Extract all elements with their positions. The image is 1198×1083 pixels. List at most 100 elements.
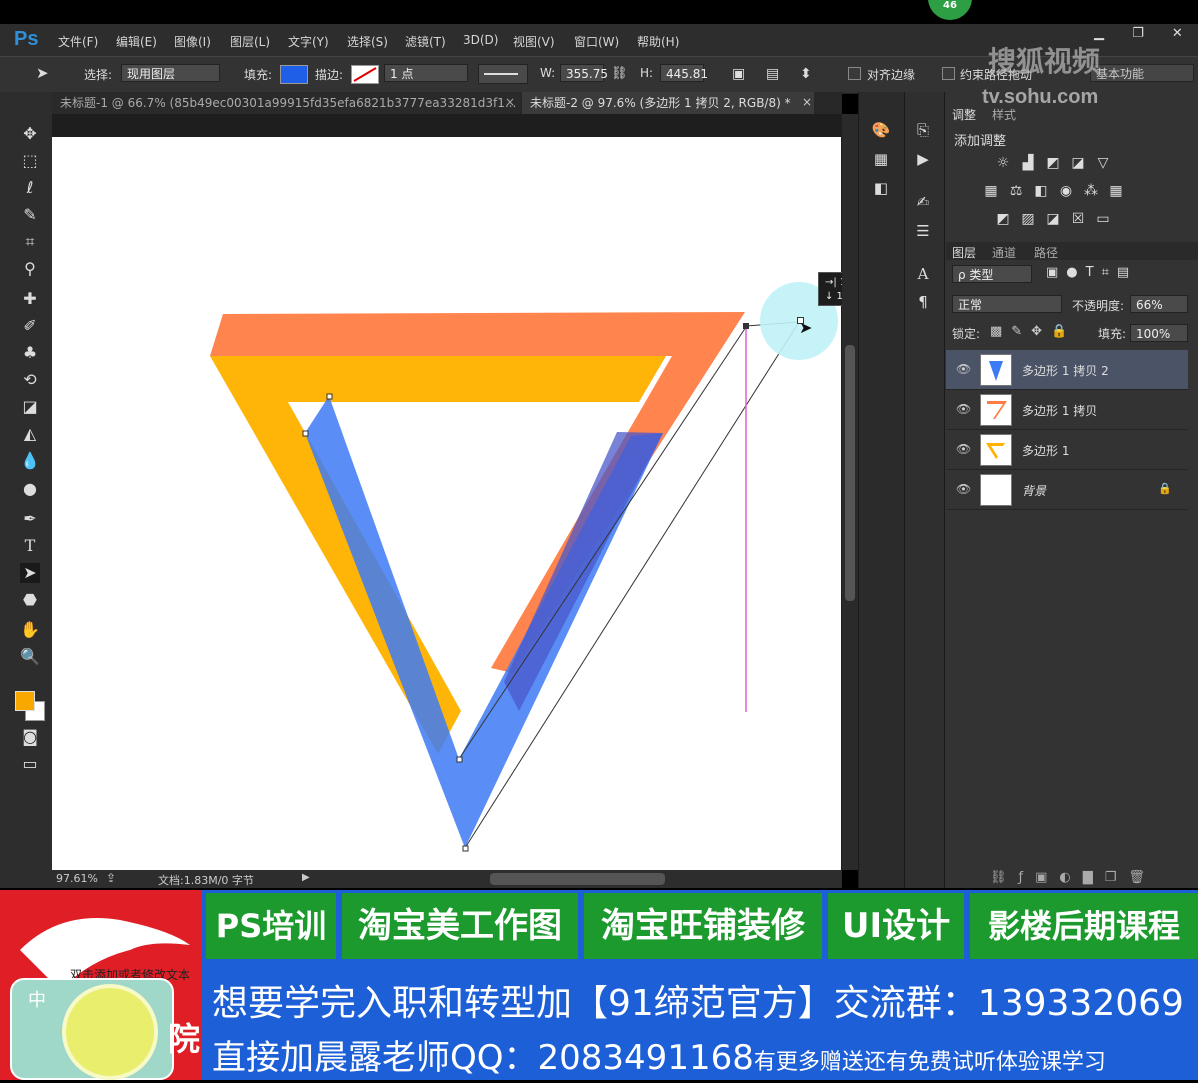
visibility-eye-icon[interactable]: 👁 bbox=[956, 362, 971, 376]
brush-presets-icon[interactable]: ✍ bbox=[912, 192, 934, 212]
width-field[interactable]: 355.75 bbox=[560, 64, 608, 82]
layer-row[interactable]: 👁 背景 🔒 bbox=[946, 470, 1188, 510]
eraser-tool-icon[interactable]: ◪ bbox=[20, 397, 40, 417]
tab-channels[interactable]: 通道 bbox=[992, 244, 1016, 261]
promo-button-taobao-store[interactable]: 淘宝旺铺装修 bbox=[584, 893, 822, 959]
align-edges-checkbox[interactable] bbox=[848, 67, 861, 80]
path-selection-tool-icon[interactable]: ➤ bbox=[20, 563, 40, 583]
opacity-field[interactable]: 66% bbox=[1130, 295, 1188, 313]
black-white-icon[interactable]: ◧ bbox=[1032, 183, 1050, 199]
layer-row[interactable]: 👁 多边形 1 bbox=[946, 430, 1188, 470]
menu-edit[interactable]: 编辑(E) bbox=[116, 33, 157, 50]
tab-layers[interactable]: 图层 bbox=[952, 244, 976, 261]
select-dropdown[interactable]: 现用图层 bbox=[121, 64, 220, 82]
menu-window[interactable]: 窗口(W) bbox=[574, 33, 619, 50]
tab-document-1[interactable]: 未标题-1 @ 66.7% (85b49ec00301a99915fd35efa… bbox=[52, 92, 520, 114]
swatches-panel-icon[interactable]: ▦ bbox=[870, 149, 892, 169]
posterize-icon[interactable]: ▨ bbox=[1019, 211, 1037, 227]
layers-footer-icons[interactable]: ⛓ƒ▣◐▇❐🗑 bbox=[990, 870, 1157, 885]
layer-row[interactable]: 👁 多边形 1 拷贝 bbox=[946, 390, 1188, 430]
fill-swatch[interactable] bbox=[280, 65, 308, 84]
visibility-eye-icon[interactable]: 👁 bbox=[956, 402, 971, 416]
anchor-point[interactable] bbox=[302, 430, 309, 437]
promo-button-taobao-art[interactable]: 淘宝美工作图 bbox=[342, 893, 578, 959]
photo-filter-icon[interactable]: ◉ bbox=[1057, 183, 1075, 199]
menu-image[interactable]: 图像(I) bbox=[174, 33, 211, 50]
layer-filter-icons[interactable]: ▣●T⌗▤ bbox=[1046, 265, 1137, 280]
dodge-tool-icon[interactable]: ● bbox=[20, 479, 40, 499]
threshold-icon[interactable]: ◪ bbox=[1044, 211, 1062, 227]
path-alignment-icon[interactable]: ▤ bbox=[766, 66, 779, 82]
status-menu-arrow-icon[interactable]: ▶ bbox=[302, 872, 310, 883]
menu-file[interactable]: 文件(F) bbox=[58, 33, 98, 50]
color-balance-icon[interactable]: ⚖ bbox=[1007, 183, 1025, 199]
layer-row[interactable]: 👁 多边形 1 拷贝 2 bbox=[946, 350, 1188, 390]
properties-panel-icon[interactable]: ☰ bbox=[912, 221, 934, 241]
eyedropper-tool-icon[interactable]: ⚲ bbox=[20, 259, 40, 279]
fill-field[interactable]: 100% bbox=[1130, 324, 1188, 342]
menu-help[interactable]: 帮助(H) bbox=[637, 33, 679, 50]
menu-view[interactable]: 视图(V) bbox=[513, 33, 555, 50]
move-tool-icon[interactable]: ✥ bbox=[20, 124, 40, 144]
constrain-path-checkbox[interactable] bbox=[942, 67, 955, 80]
stroke-size-field[interactable]: 1 点 bbox=[384, 64, 468, 82]
exposure-icon[interactable]: ◪ bbox=[1069, 155, 1087, 171]
visibility-eye-icon[interactable]: 👁 bbox=[956, 442, 971, 456]
promo-button-studio[interactable]: 影楼后期课程 bbox=[970, 893, 1198, 959]
quick-mask-icon[interactable]: ◙ bbox=[20, 727, 40, 747]
workspace-dropdown[interactable]: 基本功能 bbox=[1090, 64, 1194, 82]
lock-icons[interactable]: ▩✎✥🔒 bbox=[990, 324, 1076, 339]
quick-select-tool-icon[interactable]: ✎ bbox=[20, 205, 40, 225]
blend-mode-dropdown[interactable]: 正常 bbox=[952, 295, 1062, 313]
menu-type[interactable]: 文字(Y) bbox=[288, 33, 329, 50]
paragraph-panel-icon[interactable]: ¶ bbox=[912, 292, 934, 312]
curves-icon[interactable]: ◩ bbox=[1044, 155, 1062, 171]
anchor-point-selected[interactable] bbox=[743, 323, 749, 329]
adjustments-panel-icon[interactable]: ◧ bbox=[870, 178, 892, 198]
path-operations-icon[interactable]: ▣ bbox=[732, 66, 745, 82]
healing-brush-tool-icon[interactable]: ✚ bbox=[20, 289, 40, 309]
stroke-style-dropdown[interactable] bbox=[478, 64, 528, 84]
hand-tool-icon[interactable]: ✋ bbox=[20, 620, 40, 640]
levels-icon[interactable]: ▟ bbox=[1019, 155, 1037, 171]
screen-mode-icon[interactable]: ▭ bbox=[20, 754, 40, 774]
tab-document-1-close-icon[interactable]: × bbox=[505, 95, 515, 109]
actions-panel-icon[interactable]: ▶ bbox=[912, 149, 934, 169]
color-lookup-icon[interactable]: ▦ bbox=[1107, 183, 1125, 199]
lasso-tool-icon[interactable]: ℓ bbox=[20, 178, 40, 198]
selective-color-icon[interactable]: ☒ bbox=[1069, 211, 1087, 227]
anchor-point[interactable] bbox=[326, 393, 333, 400]
foreground-color-swatch[interactable] bbox=[15, 691, 35, 711]
visibility-eye-icon[interactable]: 👁 bbox=[956, 482, 971, 496]
tab-paths[interactable]: 路径 bbox=[1034, 244, 1058, 261]
window-controls[interactable]: ▁ ❐ ✕ bbox=[1094, 26, 1195, 41]
color-panel-icon[interactable]: 🎨 bbox=[870, 120, 892, 140]
menu-3d[interactable]: 3D(D) bbox=[463, 33, 498, 47]
hue-saturation-icon[interactable]: ▦ bbox=[982, 183, 1000, 199]
tab-document-2[interactable]: 未标题-2 @ 97.6% (多边形 1 拷贝 2, RGB/8) * bbox=[522, 92, 814, 114]
zoom-level[interactable]: 97.61% bbox=[56, 872, 98, 885]
link-icon[interactable]: ⛓ bbox=[611, 66, 628, 81]
vibrance-icon[interactable]: ▽ bbox=[1094, 155, 1112, 171]
blur-tool-icon[interactable]: 💧 bbox=[20, 451, 40, 471]
crop-tool-icon[interactable]: ⌗ bbox=[20, 232, 40, 252]
layer-filter-dropdown[interactable]: ρ 类型 bbox=[952, 265, 1032, 283]
horizontal-scroll-thumb[interactable] bbox=[490, 873, 665, 885]
menu-layer[interactable]: 图层(L) bbox=[230, 33, 270, 50]
paint-bucket-tool-icon[interactable]: ◭ bbox=[20, 424, 40, 444]
shape-tool-icon[interactable]: ⬣ bbox=[20, 590, 40, 610]
pen-tool-icon[interactable]: ✒ bbox=[20, 509, 40, 529]
type-tool-icon[interactable]: T bbox=[20, 536, 40, 556]
channel-mixer-icon[interactable]: ⁂ bbox=[1082, 183, 1100, 199]
height-field[interactable]: 445.81 bbox=[660, 64, 708, 82]
invert-icon[interactable]: ◩ bbox=[994, 211, 1012, 227]
brightness-icon[interactable]: ☼ bbox=[994, 155, 1012, 171]
promo-button-ps[interactable]: PS培训 bbox=[206, 893, 336, 959]
path-select-icon[interactable]: ➤ bbox=[36, 64, 49, 82]
stroke-swatch[interactable] bbox=[351, 65, 379, 84]
tab-document-2-close-icon[interactable]: × bbox=[802, 95, 812, 109]
menu-select[interactable]: 选择(S) bbox=[347, 33, 388, 50]
tab-adjustments[interactable]: 调整 bbox=[952, 106, 976, 123]
clone-stamp-tool-icon[interactable]: ♣ bbox=[20, 343, 40, 363]
path-arrangement-icon[interactable]: ⬍ bbox=[800, 66, 812, 82]
